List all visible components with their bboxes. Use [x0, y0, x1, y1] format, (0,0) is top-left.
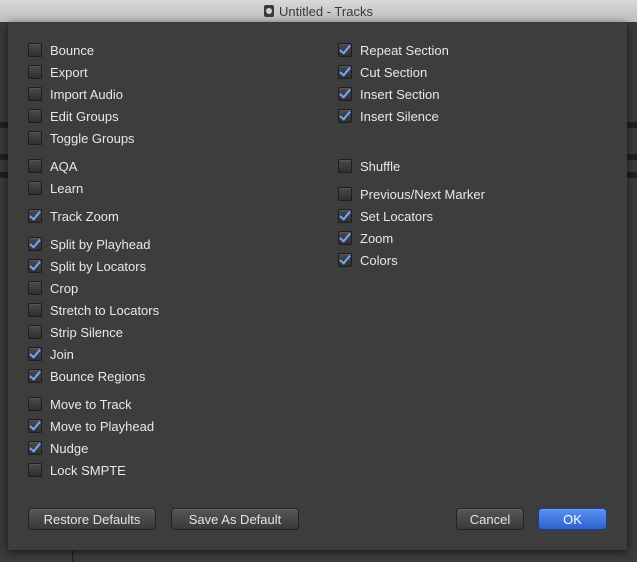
checkbox-box[interactable] — [338, 109, 352, 123]
checkbox-learn[interactable]: Learn — [28, 178, 83, 198]
checkbox-box[interactable] — [28, 281, 42, 295]
checkbox-box[interactable] — [28, 181, 42, 195]
checkbox-box[interactable] — [28, 43, 42, 57]
checkbox-label: Import Audio — [50, 86, 123, 102]
checkbox-box[interactable] — [338, 209, 352, 223]
checkbox-box[interactable] — [338, 65, 352, 79]
checkbox-box[interactable] — [28, 369, 42, 383]
checkbox-label: Lock SMPTE — [50, 462, 126, 478]
checkbox-box[interactable] — [28, 303, 42, 317]
checkbox-track-zoom[interactable]: Track Zoom — [28, 206, 119, 226]
checkbox-box[interactable] — [338, 43, 352, 57]
checkbox-stretch-to-locators[interactable]: Stretch to Locators — [28, 300, 159, 320]
checkbox-box[interactable] — [28, 237, 42, 251]
checkbox-strip-silence[interactable]: Strip Silence — [28, 322, 123, 342]
checkbox-box[interactable] — [28, 131, 42, 145]
checkbox-crop[interactable]: Crop — [28, 278, 78, 298]
checkbox-shuffle[interactable]: Shuffle — [338, 156, 400, 176]
checkbox-label: Cut Section — [360, 64, 428, 80]
checkbox-move-to-playhead[interactable]: Move to Playhead — [28, 416, 154, 436]
checkbox-label: Learn — [50, 180, 84, 196]
window-title-bar: Untitled - Tracks — [0, 0, 637, 23]
checkbox-box[interactable] — [28, 65, 42, 79]
checkbox-label: Insert Section — [360, 86, 440, 102]
checkbox-label: Insert Silence — [360, 108, 439, 124]
restore-defaults-button[interactable]: Restore Defaults — [28, 508, 156, 530]
checkbox-label: Bounce — [50, 42, 95, 58]
checkbox-label: Shuffle — [360, 158, 401, 174]
checkbox-box[interactable] — [28, 325, 42, 339]
checkbox-label: Crop — [50, 280, 79, 296]
checkbox-box[interactable] — [28, 441, 42, 455]
checkbox-zoom[interactable]: Zoom — [338, 228, 393, 248]
checkbox-box[interactable] — [338, 253, 352, 267]
checkbox-label: Edit Groups — [50, 108, 119, 124]
checkbox-box[interactable] — [28, 259, 42, 273]
checkbox-export[interactable]: Export — [28, 62, 88, 82]
background-toolbar-right — [627, 22, 637, 562]
checkbox-box[interactable] — [28, 87, 42, 101]
checkbox-label: Split by Playhead — [50, 236, 151, 252]
checkbox-split-by-playhead[interactable]: Split by Playhead — [28, 234, 150, 254]
checkbox-label: Bounce Regions — [50, 368, 146, 384]
checkbox-cut-section[interactable]: Cut Section — [338, 62, 427, 82]
checkbox-lock-smpte[interactable]: Lock SMPTE — [28, 460, 126, 480]
checkbox-label: Split by Locators — [50, 258, 147, 274]
checkbox-label: Move to Playhead — [50, 418, 155, 434]
checkbox-box[interactable] — [28, 347, 42, 361]
checkbox-toggle-groups[interactable]: Toggle Groups — [28, 128, 135, 148]
checkbox-box[interactable] — [338, 231, 352, 245]
checkbox-previous-next-marker[interactable]: Previous/Next Marker — [338, 184, 485, 204]
document-icon — [264, 5, 275, 17]
cancel-button[interactable]: Cancel — [456, 508, 524, 530]
checkbox-label: Set Locators — [360, 208, 433, 224]
checkbox-insert-section[interactable]: Insert Section — [338, 84, 440, 104]
checkbox-split-by-locators[interactable]: Split by Locators — [28, 256, 146, 276]
checkbox-label: Colors — [360, 252, 398, 268]
ok-button[interactable]: OK — [538, 508, 607, 530]
checkbox-label: Strip Silence — [50, 324, 123, 340]
checkbox-colors[interactable]: Colors — [338, 250, 398, 270]
checkbox-edit-groups[interactable]: Edit Groups — [28, 106, 119, 126]
checkbox-nudge[interactable]: Nudge — [28, 438, 88, 458]
window-title: Untitled - Tracks — [279, 3, 373, 19]
checkbox-box[interactable] — [28, 463, 42, 477]
checkbox-join[interactable]: Join — [28, 344, 74, 364]
checkbox-label: Export — [50, 64, 88, 80]
checkbox-bounce-regions[interactable]: Bounce Regions — [28, 366, 145, 386]
save-as-default-button[interactable]: Save As Default — [171, 508, 299, 530]
checkbox-label: Zoom — [360, 230, 394, 246]
background-bottom-strip — [0, 550, 637, 562]
checkbox-box[interactable] — [28, 397, 42, 411]
checkbox-label: Previous/Next Marker — [360, 186, 485, 202]
checkbox-box[interactable] — [28, 209, 42, 223]
checkbox-label: Repeat Section — [360, 42, 449, 58]
checkbox-label: Join — [50, 346, 74, 362]
checkbox-aqa[interactable]: AQA — [28, 156, 77, 176]
checkbox-box[interactable] — [338, 159, 352, 173]
toolbar-customize-dialog: Bounce Export Import Audio Edit Groups T… — [8, 22, 627, 550]
checkbox-label: Nudge — [50, 440, 89, 456]
checkbox-bounce[interactable]: Bounce — [28, 40, 94, 60]
checkbox-import-audio[interactable]: Import Audio — [28, 84, 123, 104]
checkbox-label: Track Zoom — [50, 208, 119, 224]
checkbox-box[interactable] — [28, 159, 42, 173]
checkbox-box[interactable] — [338, 187, 352, 201]
checkbox-box[interactable] — [28, 419, 42, 433]
checkbox-label: Move to Track — [50, 396, 132, 412]
checkbox-insert-silence[interactable]: Insert Silence — [338, 106, 439, 126]
checkbox-box[interactable] — [338, 87, 352, 101]
checkbox-box[interactable] — [28, 109, 42, 123]
checkbox-repeat-section[interactable]: Repeat Section — [338, 40, 449, 60]
checkbox-label: Stretch to Locators — [50, 302, 160, 318]
checkbox-set-locators[interactable]: Set Locators — [338, 206, 433, 226]
checkbox-move-to-track[interactable]: Move to Track — [28, 394, 132, 414]
checkbox-label: AQA — [50, 158, 78, 174]
checkbox-label: Toggle Groups — [50, 130, 135, 146]
background-track-area-left — [0, 22, 8, 562]
